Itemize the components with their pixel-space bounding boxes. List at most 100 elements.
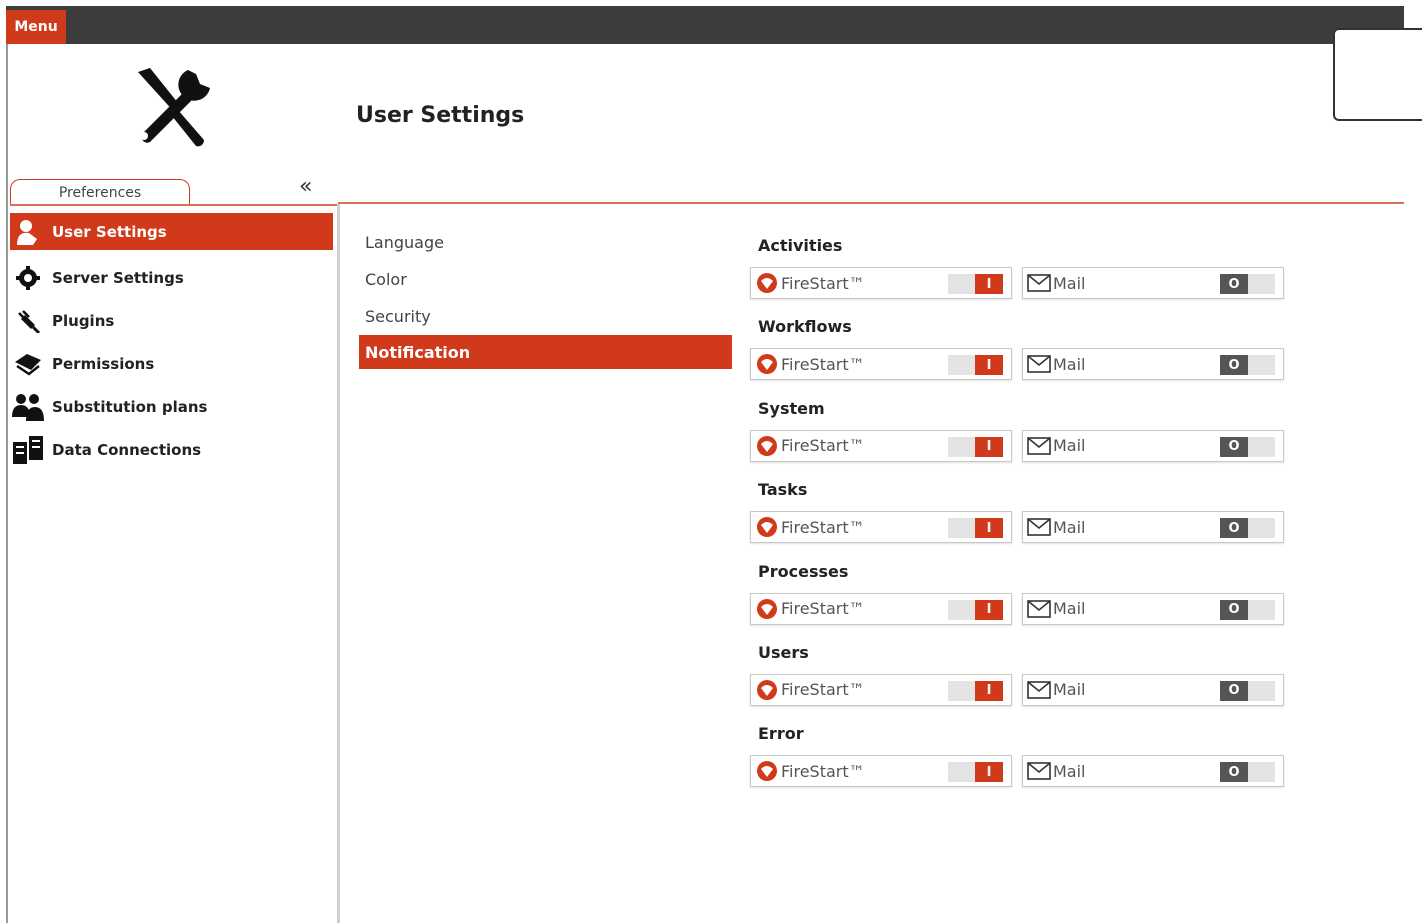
collapse-sidebar-button[interactable]: « xyxy=(299,174,312,199)
group-title: Processes xyxy=(758,561,849,581)
sidebar-item-user-settings[interactable]: User Settings xyxy=(10,213,333,250)
channel-row: FireStart™ I Mail O xyxy=(750,592,1284,625)
tools-logo-icon xyxy=(138,68,210,147)
mail-toggle[interactable]: O xyxy=(1220,436,1275,457)
subnav-item-notification[interactable]: Notification xyxy=(359,335,732,369)
firestart-toggle[interactable]: I xyxy=(948,762,1003,783)
mail-icon xyxy=(1027,434,1051,458)
toggle-knob: I xyxy=(975,518,1003,539)
subnav-item-security[interactable]: Security xyxy=(359,298,732,335)
firestart-toggle[interactable]: I xyxy=(948,274,1003,294)
toggle-knob: O xyxy=(1220,599,1248,620)
firestart-toggle[interactable]: I xyxy=(948,436,1003,457)
mail-toggle[interactable]: O xyxy=(1220,762,1275,783)
channel-label: Mail xyxy=(1053,680,1086,700)
sidebar-item-plugins[interactable]: Plugins xyxy=(10,299,333,342)
mail-toggle[interactable]: O xyxy=(1220,680,1275,701)
channel-label: FireStart™ xyxy=(781,354,865,374)
header-divider xyxy=(338,202,1404,204)
sidebar-item-permissions[interactable]: Permissions xyxy=(10,342,333,385)
channel-label: FireStart™ xyxy=(781,599,865,619)
sidebar-border xyxy=(337,204,340,923)
mail-icon xyxy=(1027,352,1051,376)
channel-row: FireStart™ I Mail O xyxy=(750,348,1284,381)
sidebar-item-substitution-plans[interactable]: Substitution plans xyxy=(10,385,333,428)
sidebar-item-label: Permissions xyxy=(52,354,155,373)
notification-group-tasks: Tasks FireStart™ I Mail O xyxy=(750,476,1290,557)
channel-row: FireStart™ I Mail O xyxy=(750,267,1284,299)
channel-mail: Mail O xyxy=(1022,592,1284,625)
channel-label: Mail xyxy=(1053,599,1086,619)
toggle-knob: O xyxy=(1220,355,1248,376)
group-title: Error xyxy=(758,724,804,744)
channel-label: Mail xyxy=(1053,273,1086,293)
gear-icon xyxy=(12,264,44,292)
top-bar: Menu xyxy=(6,6,1404,44)
sidebar-nav: User Settings Server Settings Plugins Pe… xyxy=(10,213,333,471)
firestart-toggle[interactable]: I xyxy=(948,518,1003,539)
group-title: Users xyxy=(758,642,809,662)
firestart-icon xyxy=(755,271,779,295)
channel-firestart: FireStart™ I xyxy=(750,267,1012,299)
mail-icon xyxy=(1027,759,1051,783)
channel-firestart: FireStart™ I xyxy=(750,592,1012,625)
mail-icon xyxy=(1027,515,1051,539)
tab-preferences[interactable]: Preferences xyxy=(10,179,190,206)
firestart-icon xyxy=(755,434,779,458)
sidebar-item-data-connections[interactable]: Data Connections xyxy=(10,428,333,471)
firestart-icon xyxy=(755,352,779,376)
notification-settings: Activities FireStart™ I Mail O Workflows FireS… xyxy=(750,232,1290,802)
users-icon xyxy=(12,393,44,421)
notification-group-processes: Processes FireStart™ I Mail O xyxy=(750,558,1290,639)
channel-row: FireStart™ I Mail O xyxy=(750,511,1284,544)
firestart-icon xyxy=(755,597,779,621)
plug-icon xyxy=(12,307,44,335)
toggle-knob: O xyxy=(1220,518,1248,539)
toggle-knob: O xyxy=(1220,762,1248,783)
channel-row: FireStart™ I Mail O xyxy=(750,429,1284,462)
channel-mail: Mail O xyxy=(1022,673,1284,706)
notification-group-system: System FireStart™ I Mail O xyxy=(750,395,1290,476)
firestart-toggle[interactable]: I xyxy=(948,599,1003,620)
channel-label: FireStart™ xyxy=(781,761,865,781)
permissions-icon xyxy=(12,350,44,378)
notification-group-activities: Activities FireStart™ I Mail O xyxy=(750,232,1290,313)
sidebar-item-label: User Settings xyxy=(52,222,167,241)
firestart-toggle[interactable]: I xyxy=(948,680,1003,701)
toggle-knob: O xyxy=(1220,274,1248,294)
toggle-knob: I xyxy=(975,680,1003,701)
channel-label: FireStart™ xyxy=(781,436,865,456)
firestart-toggle[interactable]: I xyxy=(948,355,1003,376)
sidebar-item-label: Plugins xyxy=(52,311,115,330)
notification-group-error: Error FireStart™ I Mail O xyxy=(750,720,1290,801)
channel-mail: Mail O xyxy=(1022,755,1284,788)
toggle-knob: I xyxy=(975,762,1003,783)
sidebar-item-label: Server Settings xyxy=(52,268,184,287)
channel-label: Mail xyxy=(1053,517,1086,537)
toggle-knob: O xyxy=(1220,680,1248,701)
sidebar-item-server-settings[interactable]: Server Settings xyxy=(10,256,333,299)
mail-toggle[interactable]: O xyxy=(1220,518,1275,539)
sidebar-divider xyxy=(10,204,340,206)
toggle-knob: O xyxy=(1220,436,1248,457)
mail-toggle[interactable]: O xyxy=(1220,355,1275,376)
notification-group-workflows: Workflows FireStart™ I Mail O xyxy=(750,313,1290,394)
menu-button[interactable]: Menu xyxy=(6,10,66,44)
toggle-knob: I xyxy=(975,274,1003,294)
firestart-icon xyxy=(755,759,779,783)
channel-firestart: FireStart™ I xyxy=(750,348,1012,381)
subnav-item-color[interactable]: Color xyxy=(359,261,732,298)
firestart-icon xyxy=(755,678,779,702)
mail-icon xyxy=(1027,678,1051,702)
mail-toggle[interactable]: O xyxy=(1220,274,1275,294)
group-title: Activities xyxy=(758,236,843,255)
channel-label: Mail xyxy=(1053,761,1086,781)
channel-mail: Mail O xyxy=(1022,348,1284,381)
channel-firestart: FireStart™ I xyxy=(750,755,1012,788)
channel-firestart: FireStart™ I xyxy=(750,673,1012,706)
subnav-item-language[interactable]: Language xyxy=(359,224,732,261)
window-left-border xyxy=(6,44,8,923)
mail-toggle[interactable]: O xyxy=(1220,599,1275,620)
database-icon xyxy=(12,435,44,464)
channel-firestart: FireStart™ I xyxy=(750,429,1012,462)
